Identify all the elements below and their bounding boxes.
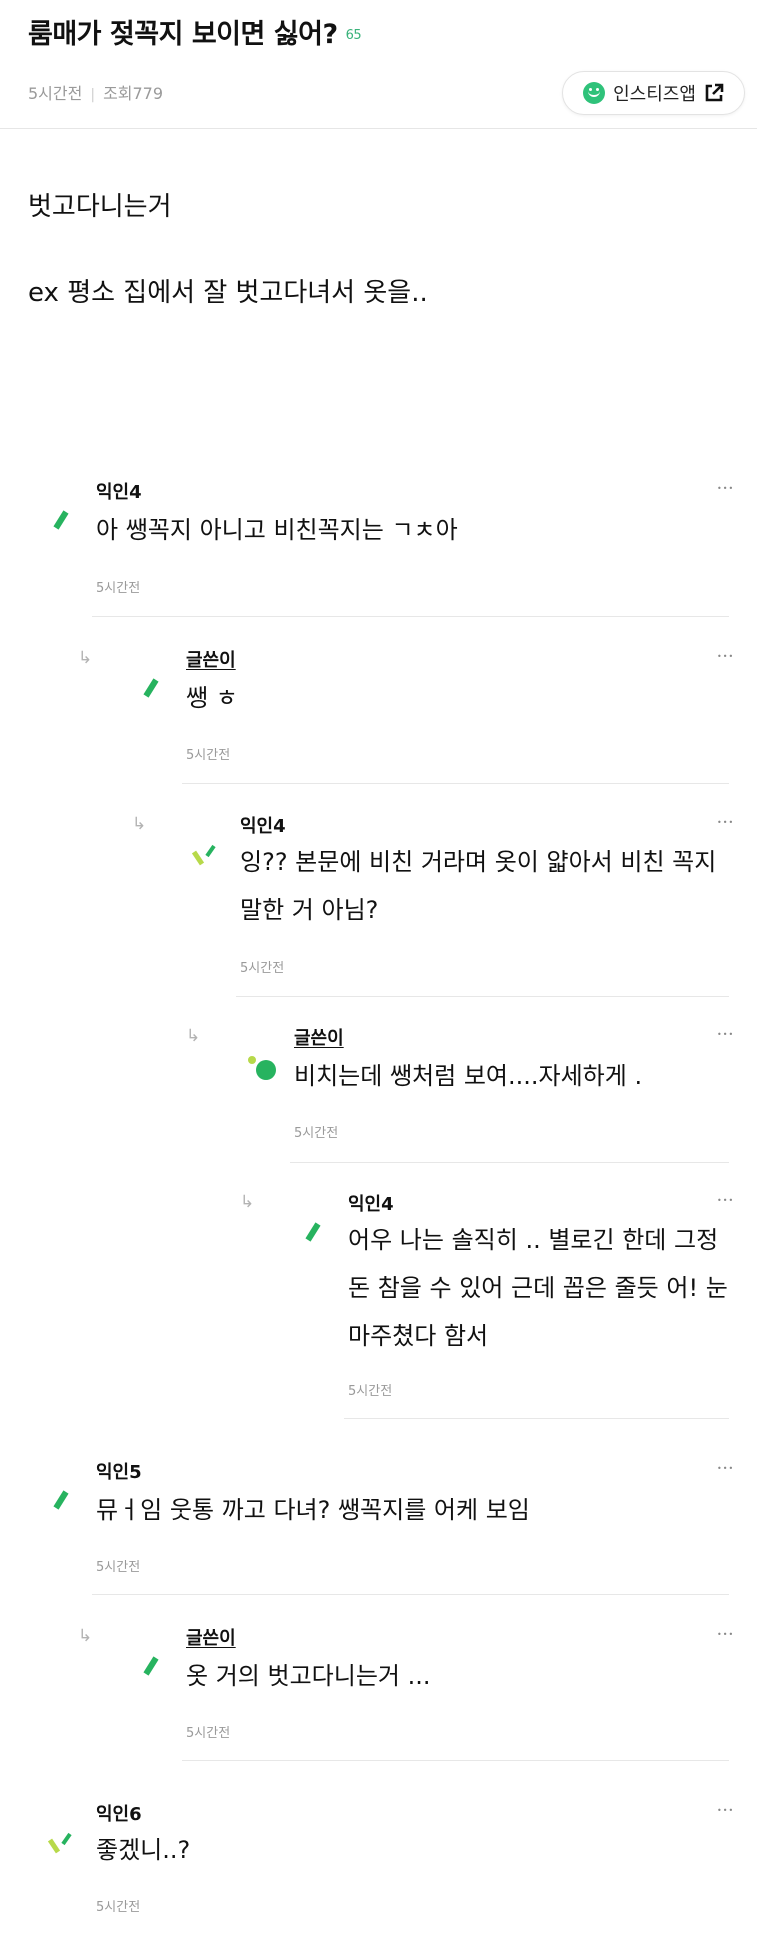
comment-divider	[290, 1162, 729, 1163]
avatar-icon[interactable]	[44, 1820, 80, 1856]
comment-text: 어우 나는 솔직히 .. 별로긴 한데 그정돈 참을 수 있어 근데 꼽은 줄듯…	[348, 1226, 728, 1350]
more-options-icon[interactable]: •••	[717, 652, 734, 662]
comment-author[interactable]: 글쓴이	[294, 1024, 344, 1050]
comment-text: 좋겠니..?	[96, 1836, 191, 1864]
comment-time: 5시간전	[96, 581, 141, 596]
post-time: 5시간전	[28, 84, 83, 103]
comment-divider	[92, 1594, 729, 1595]
comment-author[interactable]: 익인5	[96, 1458, 142, 1484]
comment-count-badge[interactable]: 65	[346, 28, 362, 43]
more-options-icon[interactable]: •••	[717, 1806, 734, 1816]
avatar-icon[interactable]	[188, 832, 224, 868]
more-options-icon[interactable]: •••	[717, 1030, 734, 1040]
comment-time: 5시간전	[186, 1726, 231, 1741]
avatar-icon[interactable]	[296, 1210, 332, 1246]
avatar-icon[interactable]	[44, 498, 80, 534]
reply-arrow-icon: ↳	[132, 814, 147, 834]
open-app-label: 인스티즈앱	[613, 84, 696, 105]
comment-author[interactable]: 익인4	[96, 478, 142, 504]
comment-time: 5시간전	[96, 1560, 141, 1575]
reply-arrow-icon: ↳	[78, 1626, 93, 1646]
comment-author[interactable]: 글쓴이	[186, 1624, 236, 1650]
post-body-line: ex 평소 집에서 잘 벗고다녀서 옷을..	[28, 278, 428, 308]
more-options-icon[interactable]: •••	[717, 1464, 734, 1474]
more-options-icon[interactable]: •••	[717, 818, 734, 828]
comment-author[interactable]: 익인4	[348, 1190, 394, 1216]
comment-divider	[344, 1418, 729, 1419]
comment-author[interactable]: 글쓴이	[186, 646, 236, 672]
comment-text: 비치는데 쌩처럼 보여....자세하게 .	[294, 1062, 643, 1090]
comment-text: 옷 거의 벗고다니는거 ...	[186, 1662, 431, 1690]
open-app-button[interactable]: 인스티즈앱	[562, 71, 745, 115]
comment-time: 5시간전	[96, 1900, 141, 1915]
comment-text: 쌩 ㅎ	[186, 684, 238, 712]
comment-divider	[182, 783, 729, 784]
comment-text: 뮤ㅓ임 웃통 까고 다녀? 쌩꼭지를 어케 보임	[96, 1496, 530, 1524]
post-body-line: 벗고다니는거	[28, 192, 172, 222]
avatar-icon[interactable]	[134, 1644, 170, 1680]
post-views: 조회779	[103, 84, 164, 103]
external-link-icon	[705, 83, 724, 102]
comment-divider	[236, 996, 729, 997]
reply-arrow-icon: ↳	[78, 648, 93, 668]
more-options-icon[interactable]: •••	[717, 1196, 734, 1206]
comment-time: 5시간전	[186, 748, 231, 763]
avatar-icon[interactable]	[242, 1044, 278, 1080]
post-title: 룸매가 젖꼭지 보이면 싫어? 65	[28, 12, 362, 51]
more-options-icon[interactable]: •••	[717, 1630, 734, 1640]
comment-time: 5시간전	[240, 961, 285, 976]
reply-arrow-icon: ↳	[240, 1192, 255, 1212]
comment-author[interactable]: 익인4	[240, 812, 286, 838]
avatar-icon[interactable]	[44, 1478, 80, 1514]
meta-divider: |	[90, 87, 96, 103]
post-meta: 5시간전 | 조회779	[28, 80, 163, 104]
post-header: 룸매가 젖꼭지 보이면 싫어? 65 5시간전 | 조회779 인스티즈앱	[0, 0, 757, 129]
more-options-icon[interactable]: •••	[717, 484, 734, 494]
reply-arrow-icon: ↳	[186, 1026, 201, 1046]
comment-time: 5시간전	[294, 1126, 339, 1141]
post-title-text: 룸매가 젖꼭지 보이면 싫어?	[28, 19, 338, 50]
comment-author[interactable]: 익인6	[96, 1800, 142, 1826]
smile-icon	[583, 82, 606, 104]
comment-text: 아 쌩꼭지 아니고 비친꼭지는 ㄱㅊ아	[96, 516, 458, 544]
comment-divider	[92, 616, 729, 617]
comment-time: 5시간전	[348, 1384, 393, 1399]
avatar-icon[interactable]	[134, 666, 170, 702]
comment-text: 잉?? 본문에 비친 거라며 옷이 얇아서 비친 꼭지 말한 거 아님?	[240, 848, 717, 924]
comment-divider	[182, 1760, 729, 1761]
